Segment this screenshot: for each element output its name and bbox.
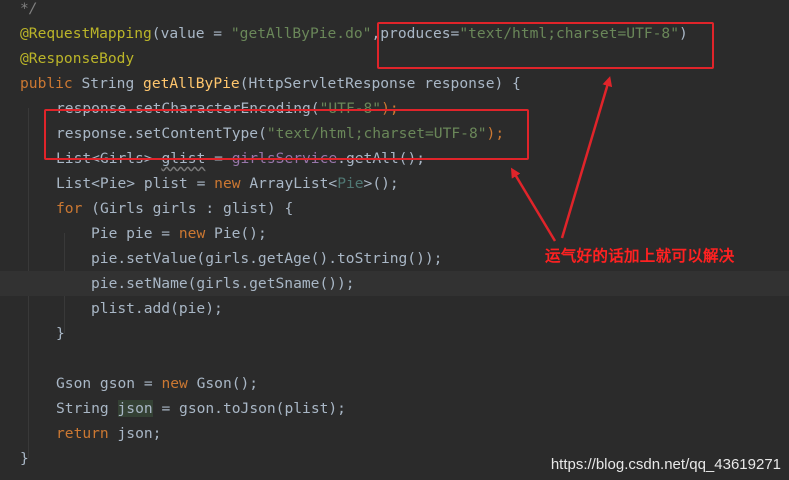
annotation-note: 运气好的话加上就可以解决 (545, 247, 735, 265)
arrow-to-encoding (510, 167, 557, 242)
source-watermark: https://blog.csdn.net/qq_43619271 (550, 456, 781, 473)
annotation-arrows (510, 76, 613, 242)
arrow-to-produces (560, 76, 613, 239)
